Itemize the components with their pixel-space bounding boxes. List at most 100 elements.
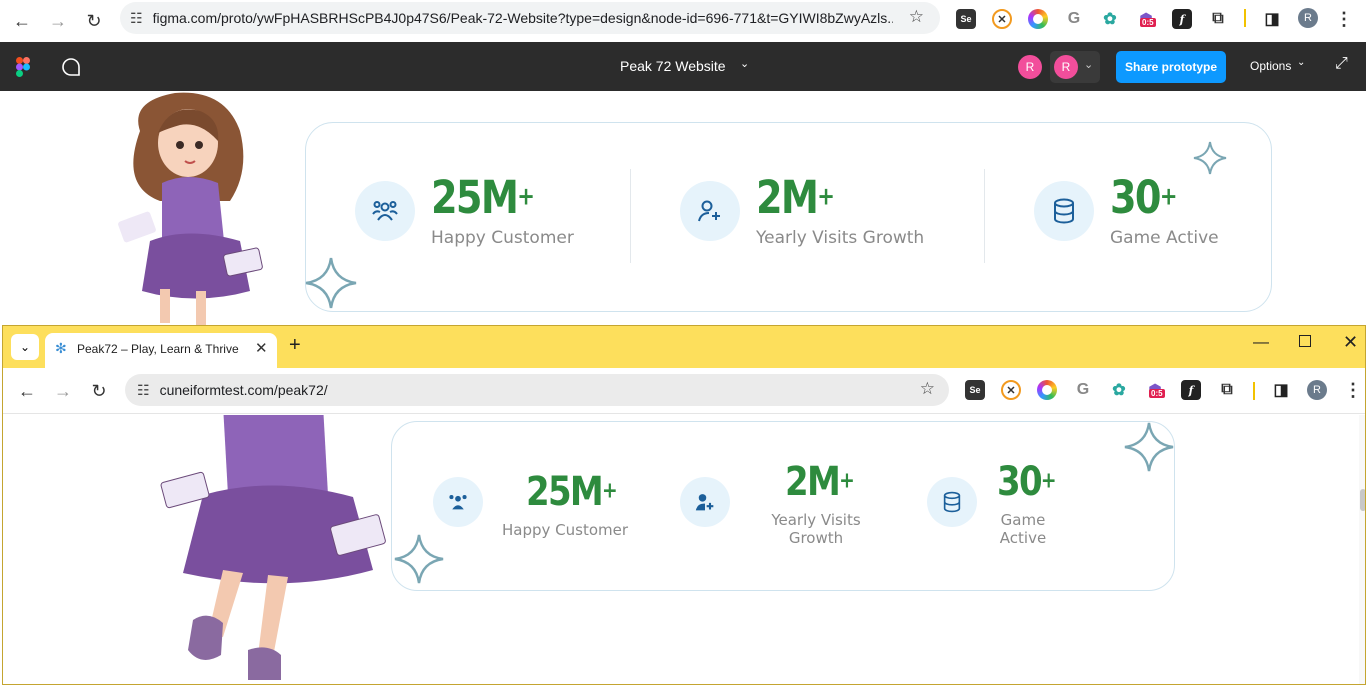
sparkle-icon [1124,422,1174,472]
collaborator-avatar[interactable]: R [1018,55,1042,79]
forward-button[interactable]: → [43,6,73,36]
forward-button[interactable]: → [48,376,78,406]
stat-number-visits: 2M+ [785,459,855,505]
title-chevron-down-icon[interactable]: ⌄ [740,57,749,70]
extensions-puzzle-icon[interactable]: ⧉ [1208,9,1228,29]
options-chevron-down-icon: ⌄ [1297,57,1306,68]
database-icon [927,477,977,527]
font-extension-icon[interactable]: f [1172,9,1192,29]
stat-number-games: 30+ [1110,171,1178,224]
back-button[interactable]: ← [12,376,42,406]
stat-number-customers: 25M+ [431,171,535,224]
profile-avatar[interactable]: R [1307,380,1327,400]
address-bar[interactable]: ☷ cuneiformtest.com/peak72/ ☆ [125,374,949,406]
viewer-avatar-dropdown[interactable]: R ⌄ [1050,51,1100,83]
chatgpt-extension-icon[interactable]: ✿ [1109,380,1129,400]
live-browser-toolbar: ← → ↻ ☷ cuneiformtest.com/peak72/ ☆ Se ✕… [3,368,1365,414]
figma-logo-icon[interactable] [16,57,30,77]
user-plus-icon [680,477,730,527]
side-panel-icon[interactable]: ◨ [1262,9,1282,29]
color-picker-extension-icon[interactable] [1037,380,1057,400]
chrome-menu-icon[interactable]: ⋮ [1343,380,1363,400]
toolbar-divider [1253,382,1255,400]
file-title[interactable]: Peak 72 Website [620,58,726,74]
share-prototype-button[interactable]: Share prototype [1116,51,1226,83]
bookmark-star-icon[interactable]: ☆ [920,379,935,399]
speed-extension-icon[interactable]: ✕ [1001,380,1021,400]
stat-label-line: Active [999,529,1047,547]
users-icon [433,477,483,527]
stat-label-line: Game [1000,511,1046,529]
selenium-extension-icon[interactable]: Se [956,9,976,29]
window-close-icon[interactable]: ✕ [1343,332,1358,353]
figma-toolbar: Peak 72 Website ⌄ R R ⌄ Share prototype … [0,42,1366,91]
extensions-puzzle-icon[interactable]: ⧉ [1217,380,1237,400]
user-plus-icon [680,181,740,241]
sparkle-icon [394,534,444,584]
timer-badge: 0:5 [1140,18,1156,27]
site-settings-icon[interactable]: ☷ [137,382,150,399]
girl-illustration [160,415,386,680]
stat-label-visits: Yearly Visits Growth [770,511,862,547]
new-tab-icon[interactable]: + [289,334,301,357]
stat-label-customers: Happy Customer [502,521,629,539]
timer-extension-icon[interactable]: ⬢ 0:5 [1136,9,1156,29]
avatar-chevron-down-icon: ⌄ [1084,59,1094,71]
tab-close-icon[interactable]: ✕ [255,339,268,357]
tab-search-chevron-icon[interactable]: ⌄ [11,334,39,360]
users-icon [355,181,415,241]
site-favicon-icon: ✻ [55,340,67,356]
timer-extension-icon[interactable]: ⬢ 0:5 [1145,380,1165,400]
profile-avatar[interactable]: R [1298,8,1318,28]
toolbar-divider [1244,9,1246,27]
grammarly-extension-icon[interactable]: G [1064,9,1084,29]
vertical-scrollbar[interactable] [1359,415,1365,684]
stat-label-games: Game Active [988,511,1058,547]
girl-illustration [118,92,263,325]
database-icon [1034,181,1094,241]
site-settings-icon[interactable]: ☷ [130,10,143,27]
figma-canvas: 25M+ Happy Customer 2M+ Yearly Visits Gr… [0,91,1366,327]
speed-extension-icon[interactable]: ✕ [992,9,1012,29]
tab-strip: ⌄ ✻ Peak72 – Play, Learn & Thrive ✕ + — … [3,326,1365,368]
chrome-menu-icon[interactable]: ⋮ [1334,9,1354,29]
font-extension-icon[interactable]: f [1181,380,1201,400]
fullscreen-icon[interactable]: ⤢ [1335,55,1348,73]
url-text: cuneiformtest.com/peak72/ [159,382,328,398]
grammarly-extension-icon[interactable]: G [1073,380,1093,400]
selenium-extension-icon[interactable]: Se [965,380,985,400]
tab-title: Peak72 – Play, Learn & Thrive [77,342,239,356]
bookmark-star-icon[interactable]: ☆ [909,7,924,27]
back-button[interactable]: ← [7,6,37,36]
live-page-content: 25M+ Happy Customer 2M+ Yearly Visits Gr… [3,415,1365,684]
stat-number-visits: 2M+ [756,171,835,224]
comment-icon[interactable] [61,57,81,77]
stat-label-games: Game Active [1110,228,1219,248]
timer-badge: 0:5 [1149,389,1165,398]
tab-peak72[interactable]: ✻ Peak72 – Play, Learn & Thrive ✕ [45,333,277,368]
stat-label-customers: Happy Customer [431,228,574,248]
stat-divider [630,169,631,263]
stat-label-line: Growth [788,529,844,547]
viewer-avatar: R [1054,55,1078,79]
stat-number-games: 30+ [997,459,1057,505]
color-picker-extension-icon[interactable] [1028,9,1048,29]
chatgpt-extension-icon[interactable]: ✿ [1100,9,1120,29]
stat-label-visits: Yearly Visits Growth [756,228,925,248]
address-bar[interactable]: ☷ figma.com/proto/ywFpHASBRHScPB4J0p47S6… [120,2,940,34]
reload-button[interactable]: ↻ [79,6,109,36]
stats-card [391,421,1175,591]
reload-button[interactable]: ↻ [84,376,114,406]
sparkle-small-icon [1193,141,1227,175]
options-menu-button[interactable]: Options [1250,59,1291,73]
scrollbar-thumb[interactable] [1360,489,1365,511]
top-browser-toolbar: ← → ↻ ☷ figma.com/proto/ywFpHASBRHScPB4J… [0,0,1366,42]
sparkle-icon [305,257,357,309]
minimize-icon[interactable]: — [1253,334,1269,352]
url-text: figma.com/proto/ywFpHASBRHScPB4J0p47S6/P… [152,10,893,26]
side-panel-icon[interactable]: ◨ [1271,380,1291,400]
stat-divider [984,169,985,263]
maximize-icon[interactable] [1299,335,1311,347]
stat-label-line: Yearly Visits [771,511,861,529]
stat-number-customers: 25M+ [526,469,618,515]
